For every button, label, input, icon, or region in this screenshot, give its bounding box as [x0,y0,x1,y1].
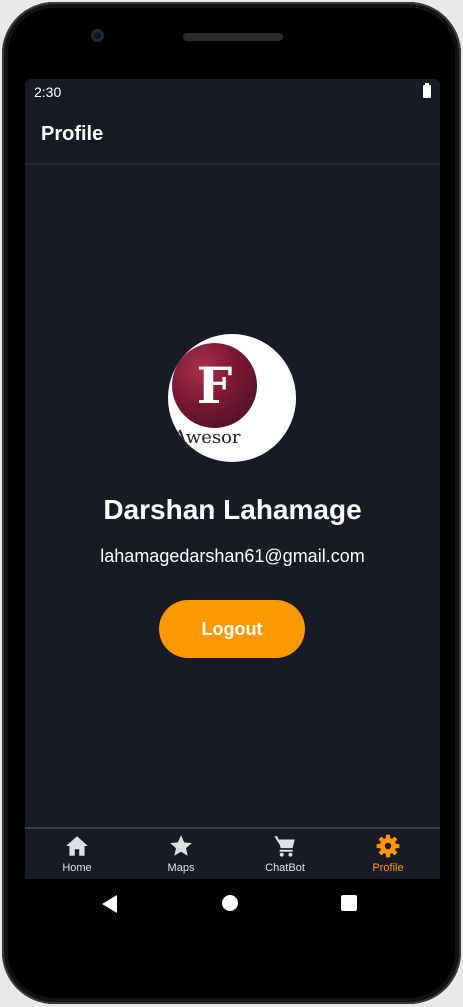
tab-maps-label: Maps [167,862,195,874]
user-email: lahamagedarshan61@gmail.com [100,546,365,566]
avatar-logo-text: nAwesor [168,427,241,448]
cart-icon [274,836,295,857]
app-bar: Profile [25,105,440,165]
app-screen: 2:30 Profile F nAwesor Darshan Lahamage … [25,79,440,879]
home-button-icon[interactable] [222,895,238,911]
tab-maps[interactable]: Maps [129,833,233,879]
tab-home[interactable]: Home [25,833,129,879]
home-icon [66,836,88,856]
tab-profile[interactable]: Profile [336,833,440,879]
phone-frame: 2:30 Profile F nAwesor Darshan Lahamage … [2,2,461,1004]
back-icon[interactable] [102,895,117,913]
user-name: Darshan Lahamage [103,494,362,525]
bottom-navigation: Home Maps ChatBot Profile [25,827,440,879]
logout-button[interactable]: Logout [159,600,305,658]
tab-profile-label: Profile [372,862,404,874]
front-camera [91,29,104,42]
status-bar: 2:30 [25,79,440,105]
page-title: Profile [41,123,104,145]
avatar: F nAwesor [168,334,296,462]
recent-apps-icon[interactable] [341,895,357,911]
gear-icon [376,834,400,858]
star-icon [170,835,192,856]
status-time: 2:30 [34,84,62,100]
earpiece-speaker [183,33,283,41]
avatar-logo-letter: F [196,356,233,415]
tab-chatbot-label: ChatBot [265,862,305,874]
tab-home-label: Home [62,862,92,874]
battery-icon [423,83,431,98]
tab-chatbot[interactable]: ChatBot [233,833,337,879]
